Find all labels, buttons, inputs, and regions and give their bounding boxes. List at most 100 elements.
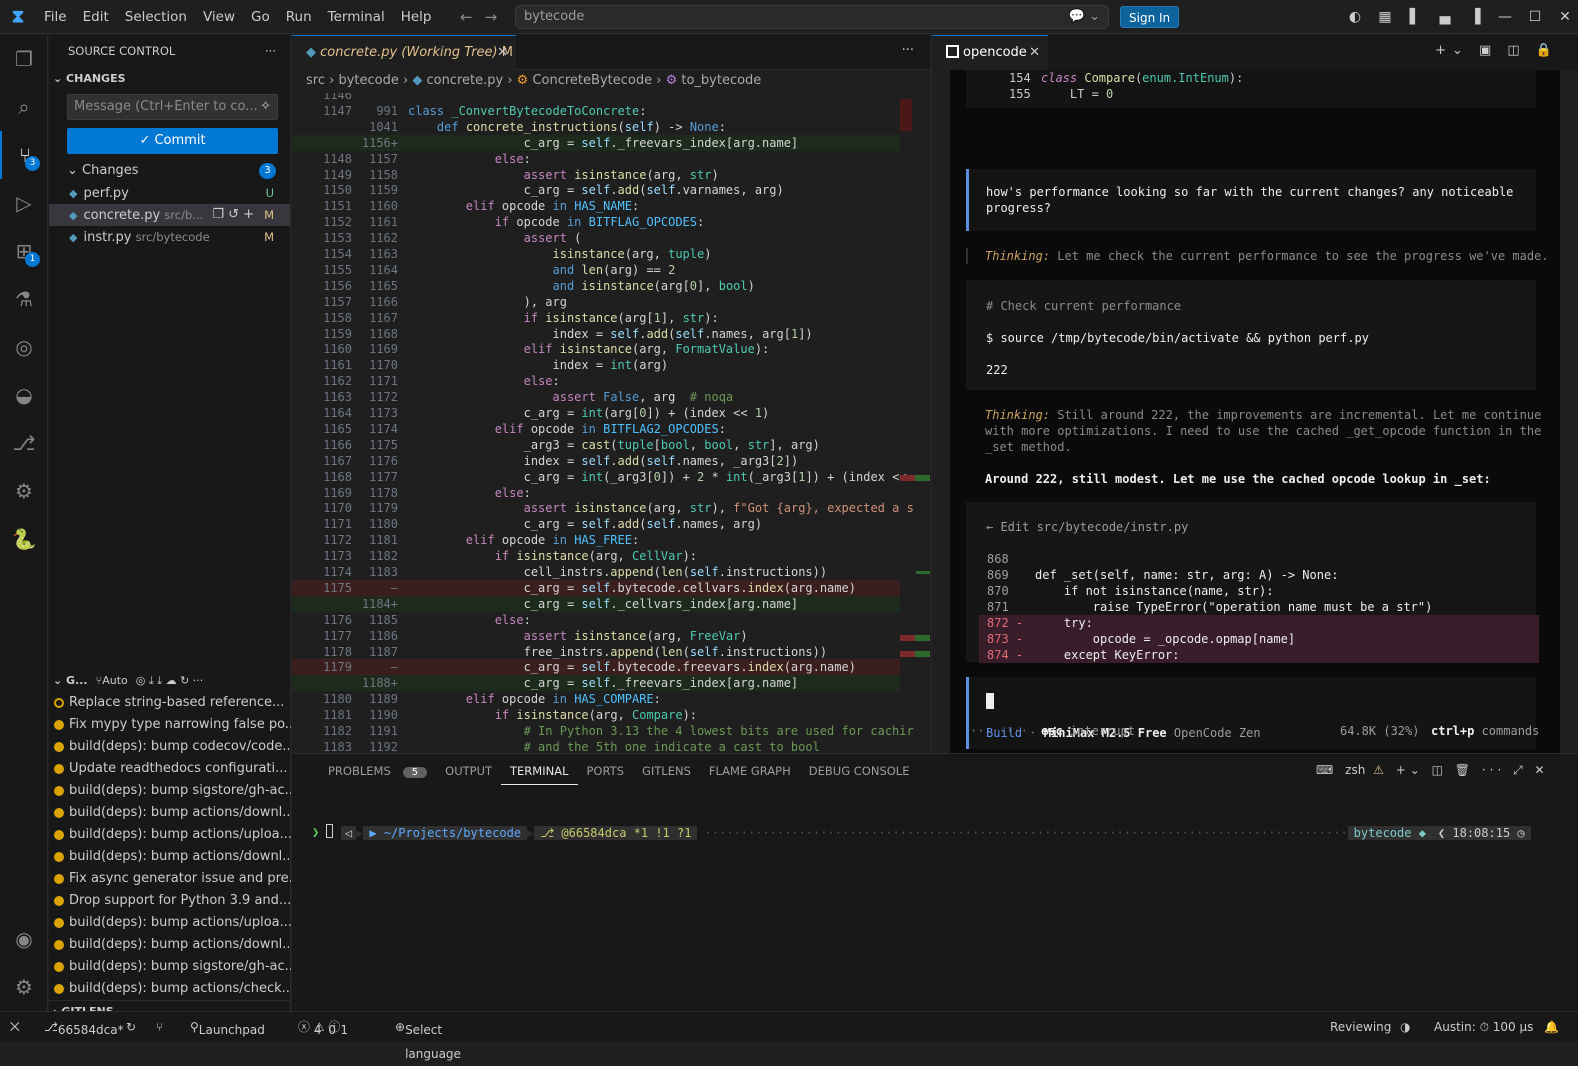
code-line: 1150 1159 c_arg = self.add(self.varnames,… [292,182,900,198]
opencode-toolbar-icons[interactable]: +⌄ ▣ ◫ 🔒 [1435,43,1558,58]
forward-arrow-icon[interactable]: → [485,0,498,34]
commit-row[interactable]: build(deps): bump actions/downl... [49,846,291,868]
menu-go[interactable]: Go [243,0,278,34]
manage-gear-icon[interactable]: ⚙ [0,963,48,1011]
tab-concrete-py[interactable]: ◆ concrete.py (Working Tree) M ✕ [292,35,516,70]
minimize-icon[interactable]: — [1492,9,1518,25]
menu-file[interactable]: File [36,0,75,34]
commit-message-input[interactable]: Message (Ctrl+Enter to co... ✧ [67,94,278,120]
close-tab-icon[interactable]: ✕ [1029,36,1040,70]
terminal-input-line[interactable]: ❯ [312,824,334,839]
gitlens-header[interactable]: ⌄ G... ⑂Auto ◎ ⤓ ⤓ ☁ ↻ ··· [49,670,291,692]
copilot-chat-icon[interactable]: ◒ [0,371,48,419]
commit-row[interactable]: build(deps): bump codecov/code... [49,736,291,758]
docker-icon[interactable]: ⚙ [0,467,48,515]
tab-debug-console[interactable]: DEBUG CONSOLE [800,764,919,778]
code-editor[interactable]: 1146 1147 991 class _ConvertBytecodeToConcr… [292,93,930,753]
python-icon[interactable]: 🐍 [0,515,48,563]
auto-toggle[interactable]: ⑂Auto [96,670,128,692]
testing-icon[interactable]: ⚗ [0,275,48,323]
toggle-panel-icon[interactable]: ▄ [1432,9,1458,25]
changes-group[interactable]: ⌄ Changes 3 [49,160,290,182]
file-actions-icons[interactable]: ❐ ↺ + [212,204,254,226]
menu-terminal[interactable]: Terminal [320,0,393,34]
breadcrumb-item[interactable]: ConcreteBytecode [532,73,652,88]
commit-row[interactable]: Fix mypy type narrowing false po... [49,714,291,736]
back-arrow-icon[interactable]: ← [460,0,473,34]
more-actions-icon[interactable]: ··· [265,35,276,68]
layout-customize-icon[interactable]: ▦ [1372,9,1398,25]
commit-row[interactable]: build(deps): bump actions/downl... [49,802,291,824]
terminal-prompt[interactable]: ◁ ▶ ▶ ~/Projects/bytecode ▶ ⎇ @66584dca *1 !… [312,806,1542,840]
diff-minimap[interactable] [900,93,930,753]
breadcrumb-item[interactable]: to_bytecode [681,73,761,88]
tab-flame-graph[interactable]: FLAME GRAPH [700,764,800,778]
remote-icon[interactable]: ⨉ [10,1015,20,1039]
command-center-search[interactable]: bytecode 💬 ⌄ [515,5,1109,29]
austin-status[interactable]: Austin: ⏱ 100 μs [1434,1015,1533,1039]
remote-explorer-icon[interactable]: ◎ [0,323,48,371]
maximize-icon[interactable]: ☐ [1522,9,1548,25]
launchpad-status[interactable]: ⚲ Launchpad [190,1015,265,1039]
problems-status[interactable]: ⓧ 4 ⚠ 0 ⓘ 1 [298,1015,348,1039]
close-window-icon[interactable]: ✕ [1552,9,1578,25]
commit-row[interactable]: Replace string-based reference... [49,692,291,714]
tab-opencode[interactable]: opencode ✕ [932,35,1048,70]
tab-problems[interactable]: PROBLEMS 5 [310,764,436,778]
tab-ports[interactable]: PORTS [578,764,633,778]
tab-gitlens[interactable]: GITLENS [633,764,700,778]
reviewing-status[interactable]: Reviewing [1330,1015,1391,1039]
graph-icon[interactable]: ⑂ [156,1015,163,1039]
tab-output[interactable]: OUTPUT [436,764,501,778]
commit-row[interactable]: build(deps): bump actions/downl... [49,934,291,956]
file-instr[interactable]: ◆ instr.py src/bytecode M [49,226,290,248]
menu-selection[interactable]: Selection [117,0,195,34]
run-debug-icon[interactable]: ▷ [0,179,48,227]
changes-section-header[interactable]: ⌄ CHANGES [49,68,290,90]
commit-button[interactable]: ✓ Commit [67,128,278,154]
sync-icon[interactable]: ↻ [126,1015,136,1039]
account-icon[interactable]: ◉ [0,915,48,963]
commit-row[interactable]: build(deps): bump actions/check... [49,978,291,1000]
language-status[interactable]: ⊕ Select language [395,1015,461,1061]
sign-in-button[interactable]: Sign In [1120,6,1180,28]
file-concrete[interactable]: ◆ concrete.py src/b... ❐ ↺ + M [49,204,290,226]
copilot-icon[interactable]: ◐ [1342,9,1368,25]
copilot-status-icon[interactable]: ◑ [1400,1015,1410,1039]
commit-row[interactable]: Fix async generator issue and pre... [49,868,291,890]
line-number-old: 1154 [323,247,352,261]
gitlens-icon[interactable]: ⎇ [0,419,48,467]
branch-status[interactable]: ⎇ 66584dca* [44,1015,124,1039]
menu-view[interactable]: View [195,0,243,34]
tab-terminal[interactable]: TERMINAL [501,758,578,785]
close-tab-icon[interactable]: ✕ [497,36,508,70]
extensions-icon[interactable]: ⊞ 1 [0,227,48,275]
commit-row[interactable]: build(deps): bump sigstore/gh-ac... [49,956,291,978]
source-control-icon[interactable]: ⑂ 3 [0,131,48,179]
explorer-icon[interactable]: ❐ [0,35,48,83]
commit-row[interactable]: build(deps): bump sigstore/gh-ac... [49,780,291,802]
notifications-icon[interactable]: 🔔 [1544,1015,1559,1039]
menu-edit[interactable]: Edit [75,0,117,34]
gitlens-toolbar-icons[interactable]: ◎ ⤓ ⤓ ☁ ↻ ··· [136,670,204,692]
toggle-secondary-sidebar-icon[interactable]: ▐ [1462,9,1488,25]
line-number-new: 1156+ [361,135,398,150]
commit-row[interactable]: build(deps): bump actions/uploa... [49,824,291,846]
terminal-toolbar[interactable]: ⌨ zsh ⚠ +⌄ ◫ 🗑 ··· ⤢ ✕ [1316,763,1549,778]
code-line: 1183 1192 # and the 5th one indicate a ca… [292,739,900,753]
chat-icon[interactable]: 💬 ⌄ [1069,6,1100,28]
commit-row[interactable]: Drop support for Python 3.9 and... [49,890,291,912]
breadcrumb-item[interactable]: bytecode [338,73,398,88]
commit-row[interactable]: build(deps): bump actions/uploa... [49,912,291,934]
file-perf[interactable]: ◆ perf.py U [49,182,290,204]
sparkle-icon[interactable]: ✧ [260,95,271,119]
line-number-old: 1168 [323,469,352,484]
editor-more-icon[interactable]: ··· [902,43,914,58]
breadcrumb-item[interactable]: concrete.py [426,73,503,88]
menu-help[interactable]: Help [393,0,440,34]
menu-run[interactable]: Run [278,0,320,34]
commit-row[interactable]: Update readthedocs configurati... [49,758,291,780]
search-icon[interactable]: ⌕ [0,83,48,131]
breadcrumb-item[interactable]: src [306,73,325,88]
toggle-sidebar-icon[interactable]: ▌ [1402,9,1428,25]
